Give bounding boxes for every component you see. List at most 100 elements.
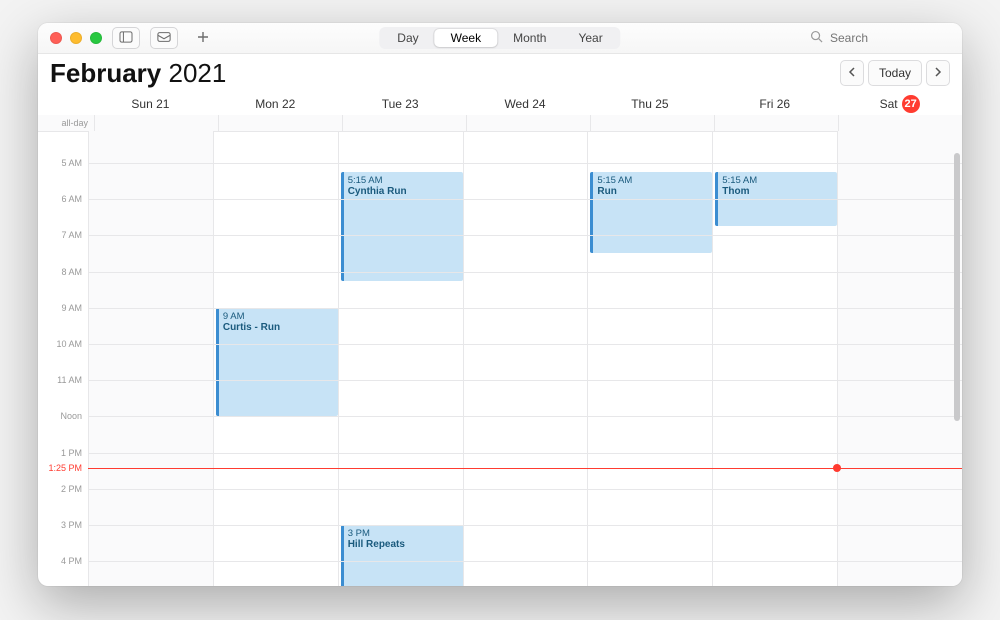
event[interactable]: 5:15 AMCynthia Run	[341, 172, 463, 281]
hour-label: 6 AM	[61, 194, 82, 204]
hour-line	[88, 344, 962, 345]
hour-line	[88, 308, 962, 309]
hour-label: 4 PM	[61, 556, 82, 566]
view-year[interactable]: Year	[562, 29, 618, 47]
allday-wed[interactable]	[466, 115, 590, 131]
weekday-mon: Mon 22	[213, 93, 338, 115]
search-icon	[810, 30, 828, 46]
current-time-line	[88, 468, 962, 469]
event-time: 5:15 AM	[348, 175, 459, 186]
today-button[interactable]: Today	[868, 60, 922, 86]
hour-line	[88, 453, 962, 454]
plus-icon	[196, 31, 210, 46]
hour-label: 5 AM	[61, 158, 82, 168]
hour-line	[88, 272, 962, 273]
weekday-fri: Fri 26	[712, 93, 837, 115]
allday-mon[interactable]	[218, 115, 342, 131]
calendars-toggle-button[interactable]	[112, 27, 140, 49]
hour-label: 8 AM	[61, 267, 82, 277]
weekday-label: Sat	[880, 97, 898, 111]
allday-thu[interactable]	[590, 115, 714, 131]
hour-label: 1 PM	[61, 448, 82, 458]
hour-label: 3 PM	[61, 520, 82, 530]
weekday-label: Fri 26	[759, 97, 790, 111]
allday-tue[interactable]	[342, 115, 466, 131]
weekday-label: Mon 22	[255, 97, 295, 111]
calendar-window: Day Week Month Year February 2021	[38, 23, 962, 586]
chevron-left-icon	[848, 66, 856, 80]
close-window-button[interactable]	[50, 32, 62, 44]
today-date-badge: 27	[902, 95, 920, 113]
hour-label: Noon	[60, 411, 82, 421]
event-title: Run	[597, 186, 708, 198]
hour-line	[88, 199, 962, 200]
hour-line	[88, 489, 962, 490]
hour-line	[88, 380, 962, 381]
gutter-spacer	[38, 93, 88, 115]
allday-sun[interactable]	[94, 115, 218, 131]
hour-label: 10 AM	[56, 339, 82, 349]
weekday-label: Thu 25	[631, 97, 668, 111]
weekday-sun: Sun 21	[88, 93, 213, 115]
event-title: Thom	[722, 186, 833, 198]
chevron-right-icon	[934, 66, 942, 80]
hour-line	[88, 416, 962, 417]
scrollbar-thumb[interactable]	[954, 153, 960, 421]
weekday-thu: Thu 25	[587, 93, 712, 115]
event[interactable]: 3 PMHill Repeats	[341, 525, 463, 586]
allday-sat[interactable]	[838, 115, 962, 131]
allday-row: all-day	[38, 115, 962, 132]
weekday-label: Sun 21	[131, 97, 169, 111]
inbox-icon	[157, 31, 171, 46]
weekday-sat: Sat 27	[837, 93, 962, 115]
add-event-button[interactable]	[190, 28, 216, 48]
search-input[interactable]	[828, 30, 942, 46]
view-day[interactable]: Day	[381, 29, 434, 47]
hour-line	[88, 525, 962, 526]
inbox-button[interactable]	[150, 27, 178, 49]
month-header: February 2021 Today	[38, 53, 962, 93]
window-controls	[38, 32, 102, 44]
vertical-scrollbar[interactable]	[954, 153, 960, 421]
year: 2021	[169, 58, 227, 88]
titlebar: Day Week Month Year	[38, 23, 962, 54]
event[interactable]: 5:15 AMRun	[590, 172, 712, 253]
event-time: 5:15 AM	[597, 175, 708, 186]
event-title: Hill Repeats	[348, 539, 459, 551]
event-title: Cynthia Run	[348, 186, 459, 198]
month-name: February	[50, 58, 161, 88]
current-time-dot	[833, 464, 841, 472]
month-title: February 2021	[50, 58, 226, 89]
allday-fri[interactable]	[714, 115, 838, 131]
calendar-list-icon	[119, 31, 133, 46]
event-time: 5:15 AM	[722, 175, 833, 186]
hour-label: 2 PM	[61, 484, 82, 494]
view-month[interactable]: Month	[497, 29, 562, 47]
hour-label: 7 AM	[61, 230, 82, 240]
hour-label: 11 AM	[57, 375, 82, 385]
hour-label: 9 AM	[61, 303, 82, 313]
weekday-label: Tue 23	[382, 97, 419, 111]
current-time-label: 1:25 PM	[48, 463, 82, 473]
event-time: 9 AM	[223, 311, 334, 322]
zoom-window-button[interactable]	[90, 32, 102, 44]
week-nav: Today	[840, 60, 950, 86]
allday-label: all-day	[38, 115, 94, 131]
weekday-tue: Tue 23	[338, 93, 463, 115]
hour-line	[88, 235, 962, 236]
weekday-wed: Wed 24	[463, 93, 588, 115]
search-field[interactable]	[810, 28, 950, 48]
week-grid[interactable]: 5 AM 6 AM 7 AM 8 AM 9 AM 10 AM 11 AM Noon 1 PM 2 …	[38, 131, 962, 586]
hour-line	[88, 561, 962, 562]
weekday-label: Wed 24	[504, 97, 545, 111]
event-title: Curtis - Run	[223, 322, 334, 334]
minimize-window-button[interactable]	[70, 32, 82, 44]
hour-line	[88, 163, 962, 164]
next-week-button[interactable]	[926, 60, 950, 86]
time-gutter: 5 AM 6 AM 7 AM 8 AM 9 AM 10 AM 11 AM Noon 1 PM 2 …	[38, 131, 88, 586]
weekday-header: Sun 21 Mon 22 Tue 23 Wed 24 Thu 25 Fri 2…	[38, 93, 962, 116]
event[interactable]: 9 AMCurtis - Run	[216, 308, 338, 417]
prev-week-button[interactable]	[840, 60, 864, 86]
event-time: 3 PM	[348, 528, 459, 539]
view-week[interactable]: Week	[435, 29, 497, 47]
